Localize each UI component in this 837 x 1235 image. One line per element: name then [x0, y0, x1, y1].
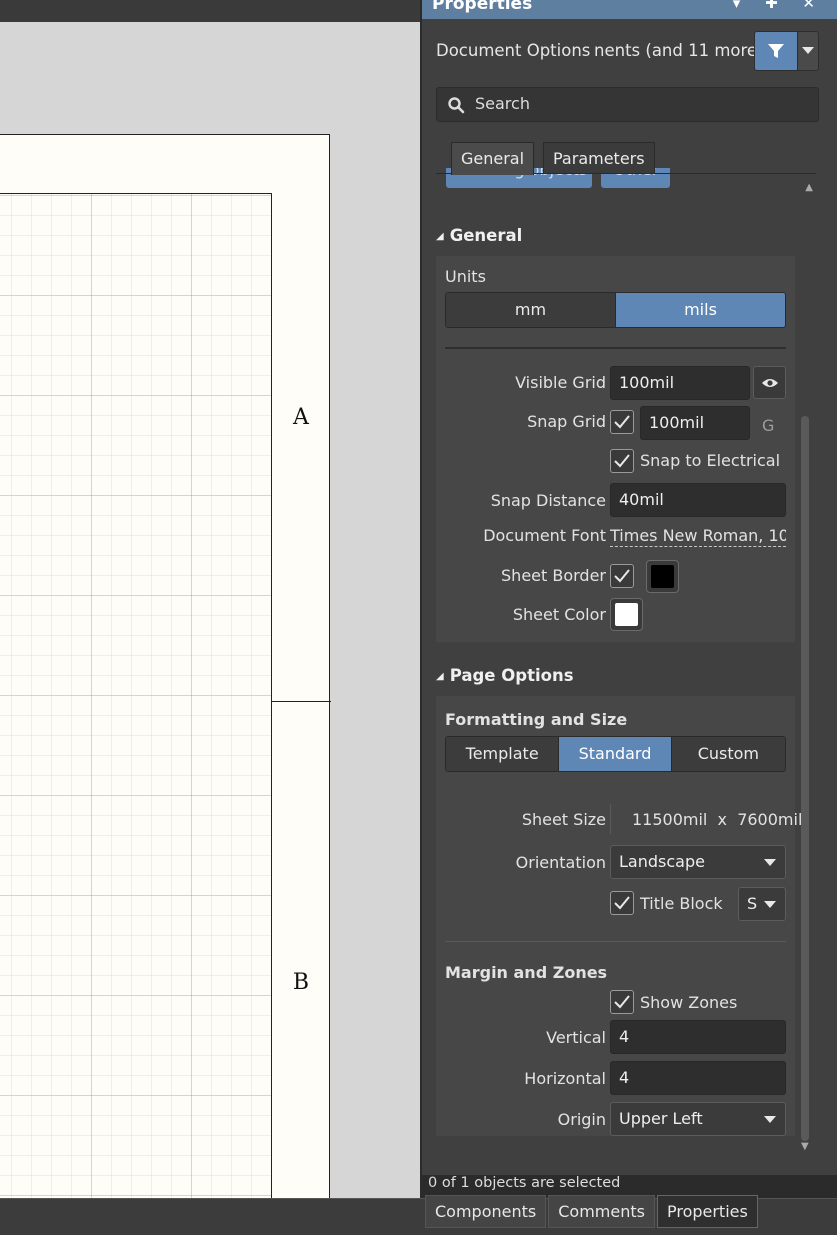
panel-tabs: Drawing objects Other General Parameters… — [436, 142, 819, 204]
search-icon — [448, 97, 465, 114]
sheet-size-label: Sheet Size — [521, 810, 606, 829]
page-options-section: Formatting and Size Template Standard Cu… — [436, 696, 802, 1136]
sheet-size-value: 11500mil x 7600mil — [632, 810, 803, 829]
snap-grid-input[interactable]: 100mil — [640, 406, 750, 440]
divider — [445, 347, 786, 349]
units-mils-option[interactable]: mils — [616, 293, 785, 327]
selection-status: 0 of 1 objects are selected — [428, 1175, 621, 1191]
origin-select[interactable]: Upper Left — [610, 1102, 786, 1136]
snap-electrical-label: Snap to Electrical C — [640, 451, 786, 470]
title-block-checkbox[interactable] — [610, 891, 634, 915]
show-zones-checkbox[interactable] — [610, 990, 634, 1014]
visible-grid-label: Visible Grid — [515, 373, 606, 392]
template-option[interactable]: Template — [446, 737, 560, 771]
title-block-value: S — [747, 894, 758, 913]
margin-zones-heading: Margin and Zones — [445, 963, 608, 982]
snap-grid-checkbox[interactable] — [610, 410, 634, 434]
filter-button[interactable] — [754, 31, 798, 71]
document-font-label: Document Font — [483, 526, 606, 545]
zone-label-b: B — [292, 970, 310, 995]
tab-comments[interactable]: Comments — [548, 1195, 655, 1228]
chevron-down-icon — [764, 1116, 776, 1123]
check-icon — [614, 995, 630, 1009]
check-icon — [614, 454, 630, 468]
title-block-select[interactable]: S — [738, 887, 786, 921]
snap-grid-label: Snap Grid — [527, 412, 606, 431]
sheet-color-button[interactable] — [610, 598, 643, 631]
panel-scrollbar[interactable] — [801, 416, 809, 1141]
show-zones-label: Show Zones — [640, 993, 738, 1012]
panel-window-controls-icon[interactable]: ▾ ✚ ✕ — [733, 0, 825, 12]
origin-value: Upper Left — [619, 1109, 703, 1128]
search-placeholder: Search — [475, 94, 530, 113]
search-input[interactable]: Search — [436, 87, 819, 122]
sheet-border-color-button[interactable] — [646, 560, 679, 593]
filter-dropdown-button[interactable] — [797, 31, 819, 71]
standard-option[interactable]: Standard — [559, 737, 672, 771]
page-options-section-header[interactable]: ◢ Page Options — [436, 666, 574, 685]
visible-grid-input[interactable]: 100mil — [610, 366, 750, 400]
sheet-grid-area[interactable] — [0, 193, 272, 1223]
sheet-color-label: Sheet Color — [512, 605, 606, 624]
general-section: Units mm mils Visible Grid 100mil Snap G… — [436, 256, 795, 642]
scroll-down-icon[interactable]: ▼ — [801, 1141, 809, 1152]
schematic-sheet[interactable]: A B — [0, 134, 331, 1223]
sheet-color-swatch — [615, 603, 638, 626]
panel-title-bar: Properties ▾ ✚ ✕ — [422, 0, 837, 19]
chevron-down-icon — [764, 901, 776, 908]
snap-grid-shortcut: G — [762, 416, 775, 435]
orientation-label: Orientation — [515, 853, 606, 872]
chevron-down-icon — [802, 47, 814, 54]
collapse-triangle-icon: ◢ — [436, 231, 444, 242]
formatting-size-heading: Formatting and Size — [445, 710, 628, 729]
custom-option[interactable]: Custom — [671, 737, 785, 771]
snap-electrical-checkbox[interactable] — [610, 449, 634, 473]
check-icon — [614, 569, 630, 583]
check-icon — [614, 896, 630, 910]
divider — [445, 941, 786, 942]
document-font-link[interactable]: Times New Roman, 10 — [610, 526, 786, 547]
check-icon — [614, 415, 630, 429]
divider — [610, 804, 611, 834]
vertical-label: Vertical — [546, 1028, 606, 1047]
orientation-value: Landscape — [619, 852, 705, 871]
sheet-border-label: Sheet Border — [501, 566, 606, 585]
general-section-title: General — [449, 226, 523, 245]
tab-parameters[interactable]: Parameters — [543, 142, 655, 174]
canvas-top-bar — [0, 0, 420, 22]
units-mm-option[interactable]: mm — [446, 293, 616, 327]
schematic-canvas[interactable]: A B — [0, 22, 420, 1223]
selection-filter-summary: nents (and 11 more) — [594, 41, 764, 60]
sheet-border-checkbox[interactable] — [610, 564, 634, 588]
orientation-select[interactable]: Landscape — [610, 845, 786, 879]
general-section-header[interactable]: ◢ General — [436, 226, 522, 245]
tab-general[interactable]: General — [451, 142, 535, 175]
title-block-label: Title Block — [640, 894, 723, 913]
page-options-title: Page Options — [449, 666, 574, 685]
scroll-up-icon[interactable]: ▲ — [805, 182, 813, 193]
snap-distance-label: Snap Distance — [490, 491, 606, 510]
tab-components[interactable]: Components — [425, 1195, 547, 1228]
horizontal-label: Horizontal — [524, 1069, 606, 1088]
horizontal-zones-input[interactable]: 4 — [610, 1061, 786, 1095]
chevron-down-icon — [764, 859, 776, 866]
eye-icon — [761, 378, 778, 387]
panel-title: Properties — [432, 0, 533, 14]
units-label: Units — [445, 267, 486, 286]
units-toggle: mm mils — [445, 292, 786, 328]
vertical-zones-input[interactable]: 4 — [610, 1020, 786, 1054]
formatting-mode-toggle: Template Standard Custom — [445, 736, 786, 772]
origin-label: Origin — [557, 1110, 606, 1129]
zone-label-a: A — [293, 405, 309, 430]
grid-visibility-button[interactable] — [753, 366, 786, 399]
sheet-border-color-swatch — [651, 565, 674, 588]
zone-divider — [271, 701, 331, 702]
filter-icon — [768, 44, 784, 58]
panel-switcher-tabs: Components Comments Properties — [425, 1195, 760, 1228]
properties-panel: Properties ▾ ✚ ✕ Document Options nents … — [422, 0, 837, 1175]
snap-distance-input[interactable]: 40mil — [610, 483, 786, 517]
collapse-triangle-icon: ◢ — [436, 671, 444, 682]
document-options-label: Document Options — [436, 41, 591, 60]
tab-properties[interactable]: Properties — [656, 1195, 758, 1228]
